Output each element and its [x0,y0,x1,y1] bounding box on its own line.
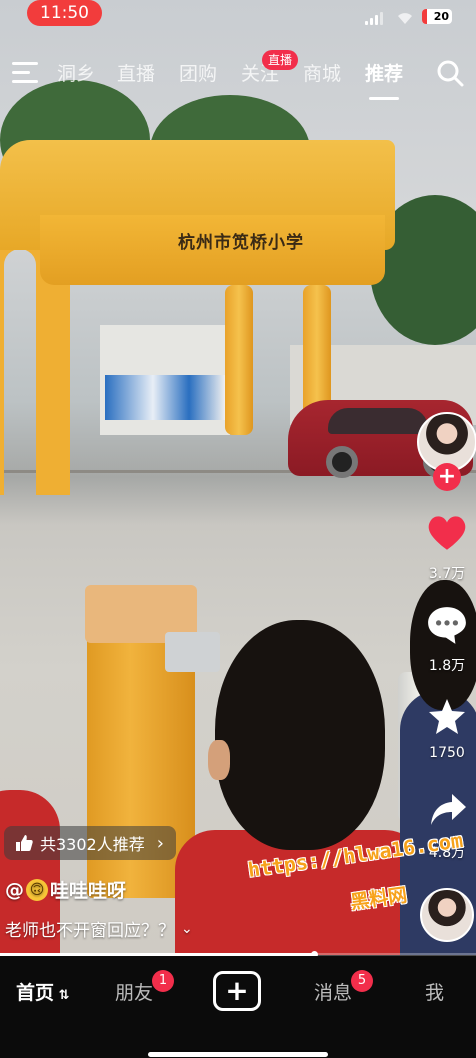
tab-live[interactable]: 直播 [117,59,155,86]
messages-badge: 5 [351,970,373,992]
battery-icon: 20 [422,9,452,24]
favorite-count: 1750 [429,745,465,761]
music-disc-avatar[interactable] [420,888,474,942]
tab-friends[interactable]: 朋友 [115,978,153,1005]
home-indicator [148,1052,328,1057]
recommend-pill[interactable]: 共3302人推荐 › [4,826,176,860]
follow-button[interactable]: + [433,463,461,491]
gate-pillar [225,285,253,435]
car-wheel [326,446,358,478]
tab-recommend[interactable]: 推荐 [365,59,403,86]
like-count: 3.7万 [428,566,466,582]
tab-home[interactable]: 首页 ⇅ [16,978,69,1005]
tab-local[interactable]: 洞乡 [57,59,95,86]
search-icon[interactable] [435,58,465,88]
child-head [215,620,385,850]
school-mural [105,375,225,420]
signal-icon [365,12,383,25]
tab-me[interactable]: 我 [425,978,444,1005]
author-name[interactable]: @ 🙃 哇哇哇呀 [5,876,126,903]
chevron-down-icon[interactable]: ⌄ [181,921,193,937]
caption-text: 老师也不开窗回应？？ [5,921,175,941]
create-button[interactable]: + [213,971,261,1011]
star-icon[interactable] [426,697,468,737]
school-gate-sign: 杭州市笕桥小学 [178,233,304,253]
thumbs-up-icon [16,835,33,851]
refresh-icon: ⇅ [54,988,70,1003]
active-tab-indicator [369,97,399,100]
menu-icon[interactable] [12,62,38,84]
chevron-right-icon: › [156,832,164,854]
video-player[interactable]: 杭州市笕桥小学 [0,0,476,955]
share-icon[interactable] [427,790,469,830]
heart-icon[interactable] [426,513,468,553]
comment-icon[interactable] [426,604,468,646]
emoji-icon: 🙃 [26,878,48,901]
status-time: 11:50 [27,0,102,26]
tab-messages[interactable]: 消息 [314,978,352,1005]
friends-badge: 1 [152,970,174,992]
bottom-tab-bar: 首页 ⇅ 朋友 1 + 消息 5 我 [0,956,476,1058]
wifi-icon [398,13,412,24]
tab-mall[interactable]: 商城 [303,59,341,86]
child-ear [208,740,230,780]
barrier-arm [165,632,220,672]
top-nav: 洞乡 直播 团购 关注 直播 商城 推荐 [0,50,476,100]
author-handle: 哇哇哇呀 [50,880,127,902]
recommend-text: 共3302人推荐 [40,835,145,854]
comment-count: 1.8万 [428,658,466,674]
live-badge: 直播 [262,50,299,70]
video-caption[interactable]: 老师也不开窗回应？？ ⌄ [5,916,193,942]
tab-group-buy[interactable]: 团购 [179,59,217,86]
